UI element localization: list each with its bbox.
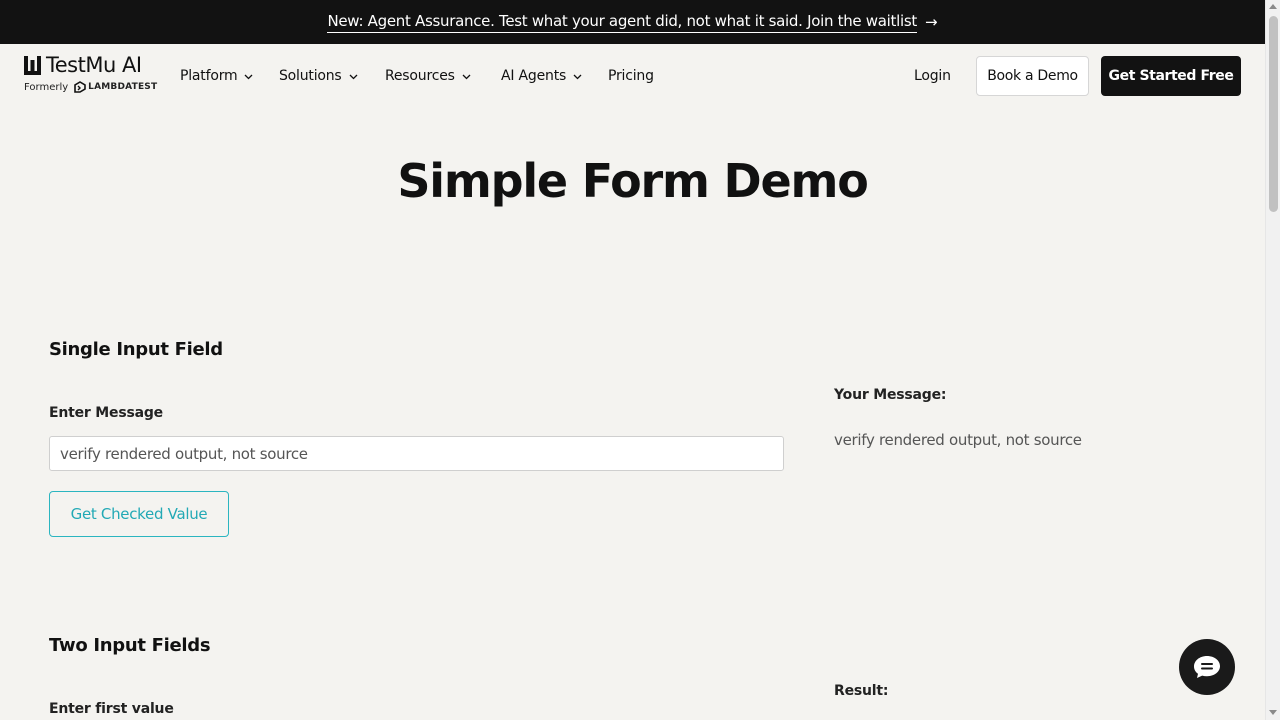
nav-solutions[interactable]: Solutions xyxy=(279,44,358,108)
book-demo-button[interactable]: Book a Demo xyxy=(976,56,1089,96)
scroll-down-arrow-icon[interactable] xyxy=(1269,710,1277,715)
former-brand-text: LAMBDATEST xyxy=(88,82,158,92)
arrow-right-icon[interactable]: → xyxy=(925,13,938,31)
nav-resources[interactable]: Resources xyxy=(385,44,471,108)
formerly-text: Formerly xyxy=(24,81,69,93)
single-input-section-title: Single Input Field xyxy=(49,339,223,360)
page-scrollbar[interactable] xyxy=(1265,0,1280,720)
your-message-label: Your Message: xyxy=(834,387,947,403)
logo-formerly: Formerly LAMBDATEST xyxy=(24,81,157,93)
first-value-label: Enter first value xyxy=(49,701,174,717)
testmu-logo-icon xyxy=(24,56,41,75)
chat-bubble-icon xyxy=(1194,656,1220,678)
scrollbar-thumb[interactable] xyxy=(1269,16,1278,212)
nav-ai-agents-label: AI Agents xyxy=(501,68,567,84)
page-title: Simple Form Demo xyxy=(397,154,868,208)
login-link[interactable]: Login xyxy=(914,44,951,108)
logo-wordmark: TestMu AI xyxy=(24,55,157,76)
result-label: Result: xyxy=(834,683,889,699)
chevron-down-icon xyxy=(573,74,582,80)
lambdatest-logo-icon xyxy=(74,81,86,93)
nav-resources-label: Resources xyxy=(385,68,455,84)
main-navbar: TestMu AI Formerly LAMBDATEST Platform S… xyxy=(0,44,1265,108)
logo-text: TestMu AI xyxy=(46,53,142,77)
two-input-section-title: Two Input Fields xyxy=(49,635,211,656)
get-checked-value-button[interactable]: Get Checked Value xyxy=(49,491,229,537)
waitlist-link[interactable]: New: Agent Assurance. Test what your age… xyxy=(327,12,917,33)
nav-platform-label: Platform xyxy=(180,68,238,84)
site-logo[interactable]: TestMu AI Formerly LAMBDATEST xyxy=(24,55,157,93)
chevron-down-icon xyxy=(462,74,471,80)
nav-ai-agents[interactable]: AI Agents xyxy=(501,44,582,108)
enter-message-label: Enter Message xyxy=(49,405,163,421)
chevron-down-icon xyxy=(349,74,357,80)
nav-solutions-label: Solutions xyxy=(279,68,342,84)
chevron-down-icon xyxy=(244,74,253,80)
your-message-value: verify rendered output, not source xyxy=(834,431,1082,449)
nav-pricing[interactable]: Pricing xyxy=(608,44,654,108)
nav-platform[interactable]: Platform xyxy=(180,44,253,108)
message-input[interactable] xyxy=(49,436,784,471)
get-started-button[interactable]: Get Started Free xyxy=(1101,56,1241,96)
chat-widget-button[interactable] xyxy=(1179,639,1235,695)
scroll-up-arrow-icon[interactable] xyxy=(1269,4,1277,9)
announcement-banner: New: Agent Assurance. Test what your age… xyxy=(0,0,1265,44)
nav-pricing-label: Pricing xyxy=(608,68,654,84)
